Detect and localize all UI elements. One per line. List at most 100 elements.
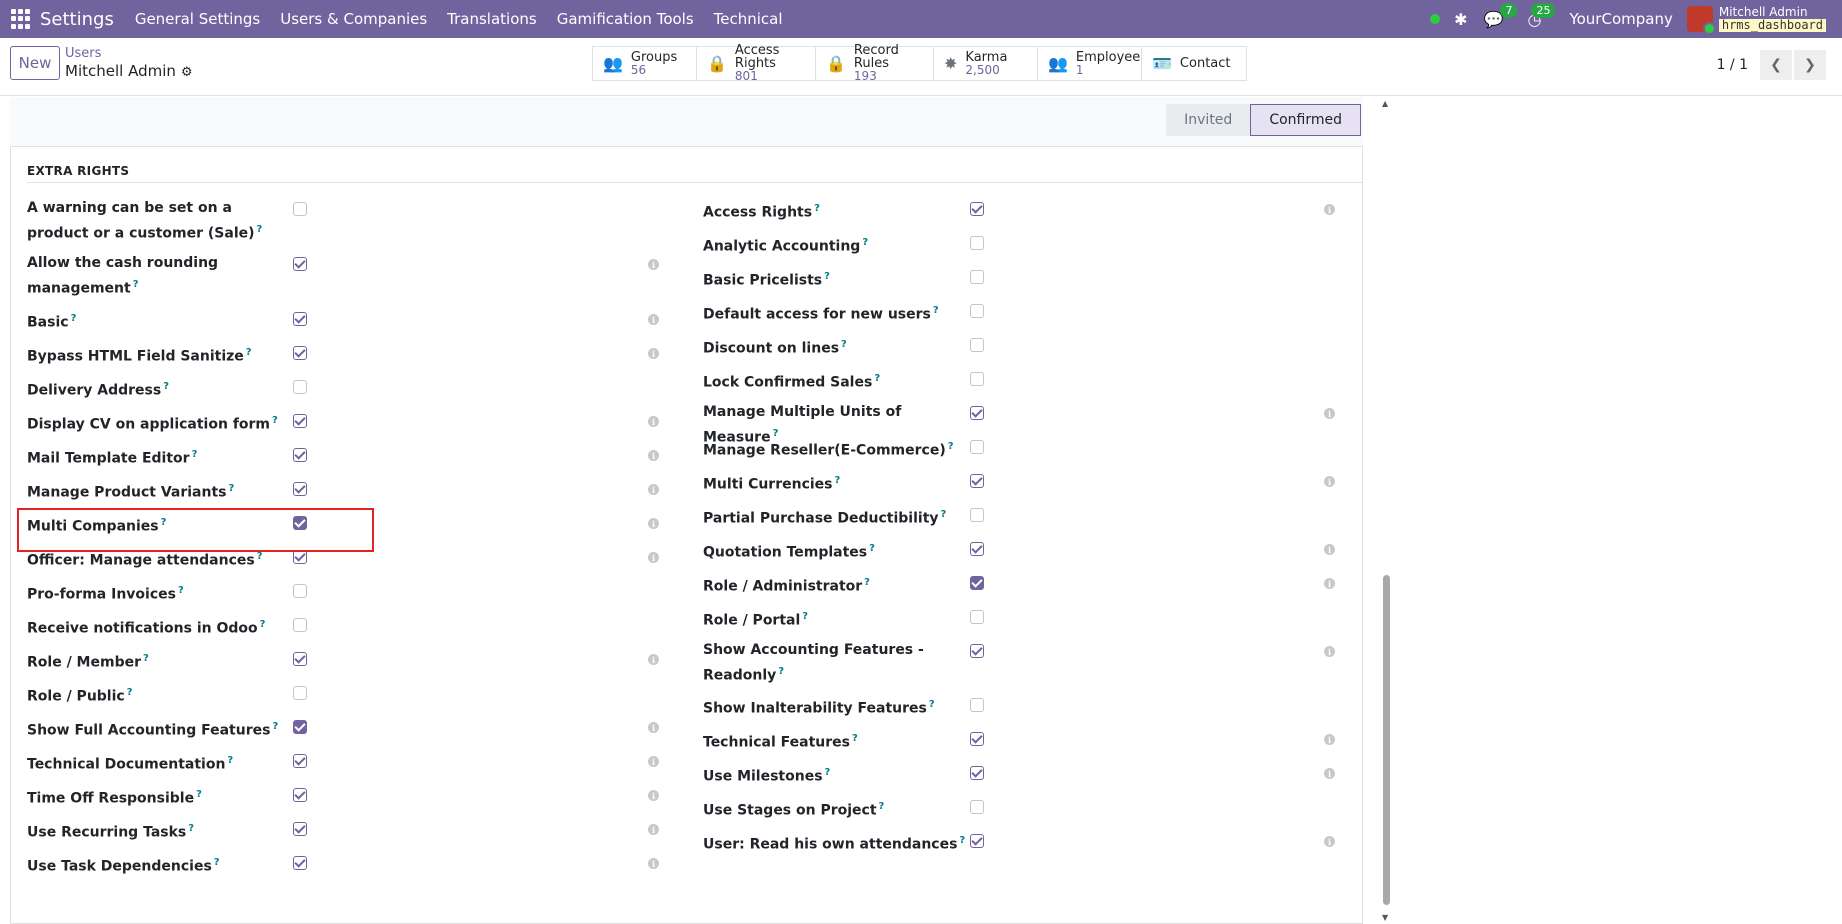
info-icon[interactable]: i	[648, 654, 659, 665]
app-grid-icon[interactable]	[11, 9, 31, 29]
setting-checkbox[interactable]	[970, 732, 984, 746]
setting-checkbox[interactable]	[293, 448, 307, 462]
setting-checkbox[interactable]	[293, 202, 307, 216]
info-icon[interactable]: i	[1324, 476, 1335, 487]
help-tooltip-icon[interactable]: ?	[959, 835, 965, 846]
setting-checkbox[interactable]	[970, 440, 984, 454]
help-tooltip-icon[interactable]: ?	[778, 666, 784, 677]
chevron-right-icon[interactable]: ❯	[1794, 50, 1826, 80]
setting-checkbox[interactable]	[293, 686, 307, 700]
help-tooltip-icon[interactable]: ?	[862, 237, 868, 248]
info-icon[interactable]: i	[648, 790, 659, 801]
scrollbar-thumb[interactable]	[1383, 575, 1390, 905]
groups-smart-button[interactable]: 👥 Groups 56	[593, 47, 697, 80]
help-tooltip-icon[interactable]: ?	[852, 733, 858, 744]
help-tooltip-icon[interactable]: ?	[71, 313, 77, 324]
company-switcher[interactable]: YourCompany	[1569, 10, 1672, 28]
setting-checkbox[interactable]	[293, 312, 307, 326]
karma-smart-button[interactable]: ✸ Karma 2,500	[934, 47, 1038, 80]
info-icon[interactable]: i	[648, 552, 659, 563]
setting-checkbox[interactable]	[970, 474, 984, 488]
setting-checkbox[interactable]	[293, 550, 307, 564]
setting-checkbox[interactable]	[970, 644, 984, 658]
help-tooltip-icon[interactable]: ?	[227, 755, 233, 766]
setting-checkbox[interactable]	[293, 720, 307, 734]
setting-checkbox[interactable]	[293, 414, 307, 428]
setting-checkbox[interactable]	[970, 202, 984, 216]
setting-checkbox[interactable]	[970, 372, 984, 386]
access-rights-smart-button[interactable]: 🔒 Access Rights 801	[697, 44, 816, 83]
info-icon[interactable]: i	[648, 484, 659, 495]
help-tooltip-icon[interactable]: ?	[941, 509, 947, 520]
info-icon[interactable]: i	[648, 259, 659, 270]
setting-checkbox[interactable]	[970, 508, 984, 522]
help-tooltip-icon[interactable]: ?	[257, 224, 263, 235]
user-menu[interactable]: Mitchell Admin hrms_dashboard	[1718, 6, 1826, 32]
menu-users-companies[interactable]: Users & Companies	[280, 10, 427, 28]
help-tooltip-icon[interactable]: ?	[228, 483, 234, 494]
help-tooltip-icon[interactable]: ?	[133, 279, 139, 290]
info-icon[interactable]: i	[1324, 734, 1335, 745]
breadcrumb-users[interactable]: Users	[65, 46, 193, 61]
scroll-up-icon[interactable]: ▲	[1382, 99, 1388, 108]
record-rules-smart-button[interactable]: 🔒 Record Rules 193	[816, 44, 934, 83]
help-tooltip-icon[interactable]: ?	[933, 305, 939, 316]
chevron-left-icon[interactable]: ❮	[1760, 50, 1792, 80]
help-tooltip-icon[interactable]: ?	[874, 373, 880, 384]
info-icon[interactable]: i	[1324, 768, 1335, 779]
help-tooltip-icon[interactable]: ?	[246, 347, 252, 358]
contact-smart-button[interactable]: 🪪 Contact	[1142, 47, 1246, 80]
help-tooltip-icon[interactable]: ?	[163, 381, 169, 392]
help-tooltip-icon[interactable]: ?	[196, 789, 202, 800]
setting-checkbox[interactable]	[970, 338, 984, 352]
menu-translations[interactable]: Translations	[447, 10, 537, 28]
help-tooltip-icon[interactable]: ?	[272, 721, 278, 732]
setting-checkbox[interactable]	[293, 346, 307, 360]
scroll-down-icon[interactable]: ▼	[1382, 913, 1388, 922]
setting-checkbox[interactable]	[293, 584, 307, 598]
bug-icon[interactable]: ✱	[1454, 10, 1467, 29]
setting-checkbox[interactable]	[293, 754, 307, 768]
info-icon[interactable]: i	[1324, 544, 1335, 555]
info-icon[interactable]: i	[1324, 408, 1335, 419]
scrollbar[interactable]: ▲ ▼	[1382, 97, 1392, 924]
help-tooltip-icon[interactable]: ?	[143, 653, 149, 664]
setting-checkbox[interactable]	[970, 406, 984, 420]
chat-icon[interactable]: 💬 7	[1484, 2, 1518, 29]
info-icon[interactable]: i	[1324, 204, 1335, 215]
help-tooltip-icon[interactable]: ?	[260, 619, 266, 630]
info-icon[interactable]: i	[1324, 646, 1335, 657]
info-icon[interactable]: i	[648, 416, 659, 427]
setting-checkbox[interactable]	[970, 610, 984, 624]
setting-checkbox[interactable]	[293, 652, 307, 666]
setting-checkbox[interactable]	[293, 788, 307, 802]
setting-checkbox[interactable]	[970, 800, 984, 814]
employee-smart-button[interactable]: 👥 Employee 1	[1038, 47, 1142, 80]
help-tooltip-icon[interactable]: ?	[272, 415, 278, 426]
help-tooltip-icon[interactable]: ?	[864, 577, 870, 588]
new-button[interactable]: New	[10, 46, 60, 80]
app-brand[interactable]: Settings	[40, 9, 114, 30]
pager-value[interactable]: 1 / 1	[1717, 57, 1748, 73]
info-icon[interactable]: i	[648, 314, 659, 325]
info-icon[interactable]: i	[648, 348, 659, 359]
info-icon[interactable]: i	[648, 518, 659, 529]
info-icon[interactable]: i	[648, 858, 659, 869]
setting-checkbox[interactable]	[970, 542, 984, 556]
info-icon[interactable]: i	[1324, 836, 1335, 847]
help-tooltip-icon[interactable]: ?	[879, 801, 885, 812]
help-tooltip-icon[interactable]: ?	[192, 449, 198, 460]
info-icon[interactable]: i	[648, 824, 659, 835]
menu-technical[interactable]: Technical	[714, 10, 783, 28]
help-tooltip-icon[interactable]: ?	[824, 271, 830, 282]
help-tooltip-icon[interactable]: ?	[869, 543, 875, 554]
help-tooltip-icon[interactable]: ?	[929, 699, 935, 710]
info-icon[interactable]: i	[648, 450, 659, 461]
info-icon[interactable]: i	[648, 756, 659, 767]
menu-general-settings[interactable]: General Settings	[135, 10, 260, 28]
setting-checkbox[interactable]	[970, 236, 984, 250]
help-tooltip-icon[interactable]: ?	[802, 611, 808, 622]
help-tooltip-icon[interactable]: ?	[127, 687, 133, 698]
setting-checkbox[interactable]	[970, 834, 984, 848]
info-icon[interactable]: i	[648, 722, 659, 733]
